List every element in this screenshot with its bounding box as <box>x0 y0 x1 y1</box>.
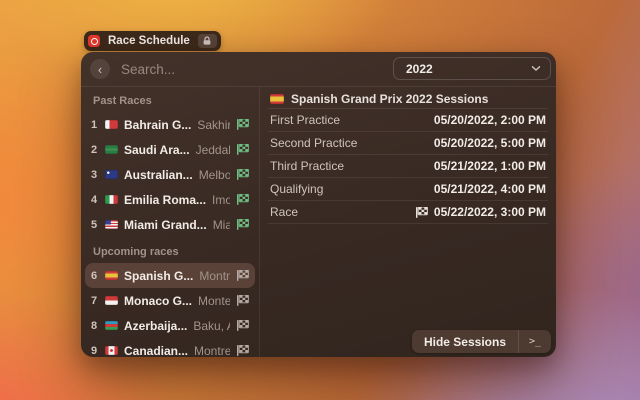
session-row: First Practice 05/20/2022, 2:00 PM <box>268 109 548 132</box>
checkered-flag-icon <box>236 320 249 331</box>
race-list-item[interactable]: 9 Canadian... Montreal, C... <box>85 338 255 357</box>
race-location: Montreal, C... <box>194 344 230 358</box>
race-list-item[interactable]: 5 Miami Grand... Miami, USA <box>85 212 255 237</box>
badge-title: Race Schedule <box>106 35 192 47</box>
race-location: Melbourne,... <box>199 168 230 182</box>
session-label: Third Practice <box>270 159 344 173</box>
session-row: Second Practice 05/20/2022, 5:00 PM <box>268 132 548 155</box>
race-location: Imola, Italy <box>212 193 230 207</box>
race-title: Miami Grand... <box>124 218 207 232</box>
session-value: 05/20/2022, 2:00 PM <box>434 113 546 127</box>
checkered-flag-icon <box>236 219 249 230</box>
race-title: Monaco G... <box>124 294 192 308</box>
azerbaijan-flag-icon <box>105 321 118 330</box>
race-title: Azerbaija... <box>124 319 187 333</box>
toolbar: ‹ 2022 <box>81 52 556 87</box>
race-list: Past Races 1 Bahrain G... Sakhir, Bahr... 2… <box>81 87 260 357</box>
section-label: Past Races <box>93 93 259 109</box>
session-label: First Practice <box>270 113 340 127</box>
checkered-flag-icon <box>236 119 249 130</box>
race-title: Bahrain G... <box>124 118 191 132</box>
session-datetime: 05/20/2022, 2:00 PM <box>434 113 546 127</box>
session-label: Race <box>270 205 298 219</box>
race-number: 5 <box>89 219 99 231</box>
session-value: 05/22/2022, 3:00 PM <box>415 205 546 219</box>
race-list-item[interactable]: 3 Australian... Melbourne,... <box>85 162 255 187</box>
checkered-flag-icon <box>415 207 428 218</box>
bahrain-flag-icon <box>105 120 118 129</box>
checkered-flag-icon <box>236 169 249 180</box>
race-list-item[interactable]: 1 Bahrain G... Sakhir, Bahr... <box>85 112 255 137</box>
checkered-flag-icon <box>236 345 249 356</box>
race-list-item[interactable]: 6 Spanish G... Montmeló,... <box>85 263 255 288</box>
race-location: Monte-Carl... <box>198 294 230 308</box>
race-location: Sakhir, Bahr... <box>197 118 230 132</box>
race-number: 6 <box>89 270 99 282</box>
hide-sessions-button[interactable]: Hide Sessions >_ <box>412 330 551 353</box>
race-number: 3 <box>89 169 99 181</box>
race-location: Jeddah, Sa... <box>196 143 230 157</box>
race-location: Montmeló,... <box>199 269 230 283</box>
session-row: Qualifying 05/21/2022, 4:00 PM <box>268 178 548 201</box>
race-number: 9 <box>89 345 99 357</box>
race-title: Saudi Ara... <box>124 143 190 157</box>
year-dropdown-value: 2022 <box>406 62 433 76</box>
race-title: Australian... <box>124 168 193 182</box>
race-number: 8 <box>89 320 99 332</box>
checkered-flag-icon <box>236 270 249 281</box>
lock-chip <box>198 34 217 48</box>
year-dropdown[interactable]: 2022 <box>393 57 551 80</box>
race-title: Spanish G... <box>124 269 193 283</box>
session-value: 05/21/2022, 4:00 PM <box>434 182 546 196</box>
hide-sessions-label[interactable]: Hide Sessions <box>412 330 518 353</box>
race-list-item[interactable]: 7 Monaco G... Monte-Carl... <box>85 288 255 313</box>
sessions-title: Spanish Grand Prix 2022 Sessions <box>291 92 488 106</box>
back-button[interactable]: ‹ <box>90 59 110 79</box>
content: Past Races 1 Bahrain G... Sakhir, Bahr... 2… <box>81 87 556 357</box>
session-label: Qualifying <box>270 182 323 196</box>
session-value: 05/21/2022, 1:00 PM <box>434 159 546 173</box>
checkered-flag-icon <box>236 194 249 205</box>
race-number: 2 <box>89 144 99 156</box>
spain-flag-icon <box>105 271 118 280</box>
race-list-item[interactable]: 8 Azerbaija... Baku, Azerb... <box>85 313 255 338</box>
spain-flag-icon <box>270 94 284 104</box>
race-location: Miami, USA <box>213 218 230 232</box>
italy-flag-icon <box>105 195 118 204</box>
lock-icon <box>202 36 212 46</box>
race-location: Baku, Azerb... <box>193 319 230 333</box>
session-datetime: 05/21/2022, 1:00 PM <box>434 159 546 173</box>
race-number: 1 <box>89 119 99 131</box>
section-label: Upcoming races <box>93 244 259 260</box>
chevron-down-icon <box>531 65 541 72</box>
session-value: 05/20/2022, 5:00 PM <box>434 136 546 150</box>
sessions-header: Spanish Grand Prix 2022 Sessions <box>268 89 548 108</box>
race-title: Emilia Roma... <box>124 193 206 207</box>
race-schedule-window: ‹ 2022 Past Races 1 Bahrain G... Sakhir, Ba… <box>81 52 556 357</box>
race-number: 4 <box>89 194 99 206</box>
monaco-flag-icon <box>105 296 118 305</box>
session-datetime: 05/22/2022, 3:00 PM <box>434 205 546 219</box>
terminal-icon[interactable]: >_ <box>518 330 551 353</box>
canada-flag-icon <box>105 346 118 355</box>
sessions-panel: Spanish Grand Prix 2022 Sessions First P… <box>260 87 556 357</box>
checkered-flag-icon <box>236 144 249 155</box>
australia-flag-icon <box>105 170 118 179</box>
race-title: Canadian... <box>124 344 188 358</box>
session-datetime: 05/21/2022, 4:00 PM <box>434 182 546 196</box>
app-record-icon <box>88 35 100 47</box>
saudi-arabia-flag-icon <box>105 145 118 154</box>
session-label: Second Practice <box>270 136 357 150</box>
sessions-list: First Practice 05/20/2022, 2:00 PM Second … <box>268 109 548 224</box>
race-list-item[interactable]: 4 Emilia Roma... Imola, Italy <box>85 187 255 212</box>
race-list-item[interactable]: 2 Saudi Ara... Jeddah, Sa... <box>85 137 255 162</box>
checkered-flag-icon <box>236 295 249 306</box>
usa-flag-icon <box>105 220 118 229</box>
window-title-badge: Race Schedule <box>84 31 221 51</box>
session-datetime: 05/20/2022, 5:00 PM <box>434 136 546 150</box>
session-row: Third Practice 05/21/2022, 1:00 PM <box>268 155 548 178</box>
race-number: 7 <box>89 295 99 307</box>
session-row: Race 05/22/2022, 3:00 PM <box>268 201 548 224</box>
